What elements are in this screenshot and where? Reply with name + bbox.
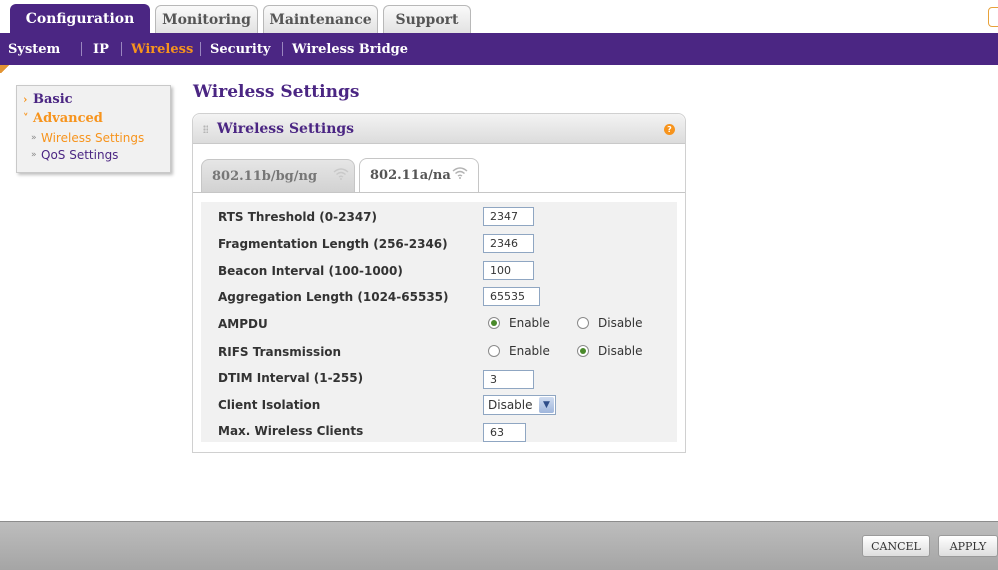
rifs-enable-radio[interactable] [488, 345, 500, 357]
ampdu-enable-radio[interactable] [488, 317, 500, 329]
menu-item-label: Advanced [33, 111, 103, 126]
tab-configuration[interactable]: Configuration [10, 4, 150, 33]
wireless-settings-panel: Wireless Settings ? 802.11b/bg/ng 802.11… [192, 113, 686, 453]
aggregation-length-input[interactable] [483, 287, 540, 306]
rts-threshold-label: RTS Threshold (0-2347) [218, 210, 377, 224]
row-beacon-interval: Beacon Interval (100-1000) [201, 261, 677, 283]
double-chevron-icon: » [31, 133, 37, 143]
subnav-divider [200, 42, 201, 56]
chevron-down-icon: ˅ [23, 112, 29, 125]
row-aggregation-length: Aggregation Length (1024-65535) [201, 287, 677, 309]
panel-header: Wireless Settings ? [193, 114, 685, 144]
tab-802-11a-na[interactable]: 802.11a/na [359, 158, 479, 192]
menu-item-advanced[interactable]: ˅ Advanced [23, 111, 103, 126]
wifi-icon [452, 167, 468, 179]
sub-navigation: System IP Wireless Security Wireless Bri… [0, 33, 998, 65]
row-rts-threshold: RTS Threshold (0-2347) [201, 207, 677, 229]
grip-icon [203, 125, 208, 133]
subnav-wireless[interactable]: Wireless [131, 42, 193, 57]
menu-item-label: QoS Settings [41, 148, 119, 162]
tab-label: 802.11a/na [370, 168, 451, 183]
beacon-interval-label: Beacon Interval (100-1000) [218, 264, 403, 278]
row-rifs-transmission: RIFS Transmission Enable Disable [201, 342, 677, 364]
top-tab-bar: Configuration Monitoring Maintenance Sup… [0, 0, 998, 33]
subnav-divider [81, 42, 82, 56]
ampdu-enable-option[interactable]: Enable [488, 316, 550, 330]
cancel-button[interactable]: CANCEL [862, 535, 930, 557]
menu-item-qos-settings[interactable]: » QoS Settings [31, 148, 118, 162]
max-wireless-clients-label: Max. Wireless Clients [218, 424, 364, 438]
aggregation-length-label: Aggregation Length (1024-65535) [218, 290, 449, 304]
help-icon[interactable]: ? [664, 124, 675, 135]
menu-item-wireless-settings[interactable]: » Wireless Settings [31, 131, 144, 145]
radio-label: Enable [509, 316, 550, 330]
tab-802-11b-bg-ng[interactable]: 802.11b/bg/ng [201, 159, 355, 192]
row-fragmentation-length: Fragmentation Length (256-2346) [201, 234, 677, 256]
tab-maintenance[interactable]: Maintenance [263, 5, 378, 33]
menu-item-label: Wireless Settings [41, 131, 145, 145]
client-isolation-label: Client Isolation [218, 398, 321, 412]
tab-support[interactable]: Support [383, 5, 471, 33]
ampdu-label: AMPDU [218, 317, 268, 331]
subnav-divider [121, 42, 122, 56]
left-menu: › Basic ˅ Advanced » Wireless Settings »… [16, 85, 171, 173]
tab-monitoring[interactable]: Monitoring [155, 5, 258, 33]
row-ampdu: AMPDU Enable Disable [201, 314, 677, 336]
rifs-enable-option[interactable]: Enable [488, 344, 550, 358]
subnav-system[interactable]: System [8, 42, 60, 57]
wifi-icon [333, 168, 349, 180]
chevron-right-icon: › [23, 93, 28, 106]
rts-threshold-input[interactable] [483, 207, 534, 226]
tab-divider [193, 192, 685, 193]
radio-label: Enable [509, 344, 550, 358]
chevron-down-icon[interactable]: ▼ [539, 397, 554, 413]
fragmentation-length-label: Fragmentation Length (256-2346) [218, 237, 448, 251]
max-wireless-clients-input[interactable] [483, 423, 526, 442]
rifs-transmission-label: RIFS Transmission [218, 345, 342, 359]
page-title: Wireless Settings [193, 82, 360, 102]
subnav-wireless-bridge[interactable]: Wireless Bridge [292, 42, 408, 57]
row-client-isolation: Client Isolation Disable ▼ [201, 395, 677, 417]
dtim-interval-label: DTIM Interval (1-255) [218, 371, 364, 385]
subnav-security[interactable]: Security [210, 42, 270, 57]
logout-button-edge[interactable] [988, 7, 998, 27]
menu-item-basic[interactable]: › Basic [23, 92, 73, 107]
panel-title: Wireless Settings [217, 121, 355, 137]
footer-bar: CANCEL APPLY [0, 521, 998, 570]
rifs-disable-radio[interactable] [577, 345, 589, 357]
tab-label: 802.11b/bg/ng [212, 168, 318, 184]
dtim-interval-input[interactable] [483, 370, 534, 389]
select-value: Disable [488, 398, 533, 412]
ampdu-disable-option[interactable]: Disable [577, 316, 643, 330]
row-max-wireless-clients: Max. Wireless Clients [201, 421, 677, 443]
menu-item-label: Basic [33, 92, 73, 107]
radio-label: Disable [598, 316, 643, 330]
subnav-divider [282, 42, 283, 56]
fragmentation-length-input[interactable] [483, 234, 534, 253]
apply-button[interactable]: APPLY [938, 535, 998, 557]
subnav-ip[interactable]: IP [93, 42, 109, 57]
corner-decoration [0, 65, 10, 73]
double-chevron-icon: » [31, 150, 37, 160]
radio-label: Disable [598, 344, 643, 358]
rifs-disable-option[interactable]: Disable [577, 344, 643, 358]
beacon-interval-input[interactable] [483, 261, 534, 280]
row-dtim-interval: DTIM Interval (1-255) [201, 368, 677, 390]
settings-form: RTS Threshold (0-2347) Fragmentation Len… [201, 202, 677, 442]
client-isolation-select[interactable]: Disable ▼ [483, 395, 556, 415]
ampdu-disable-radio[interactable] [577, 317, 589, 329]
